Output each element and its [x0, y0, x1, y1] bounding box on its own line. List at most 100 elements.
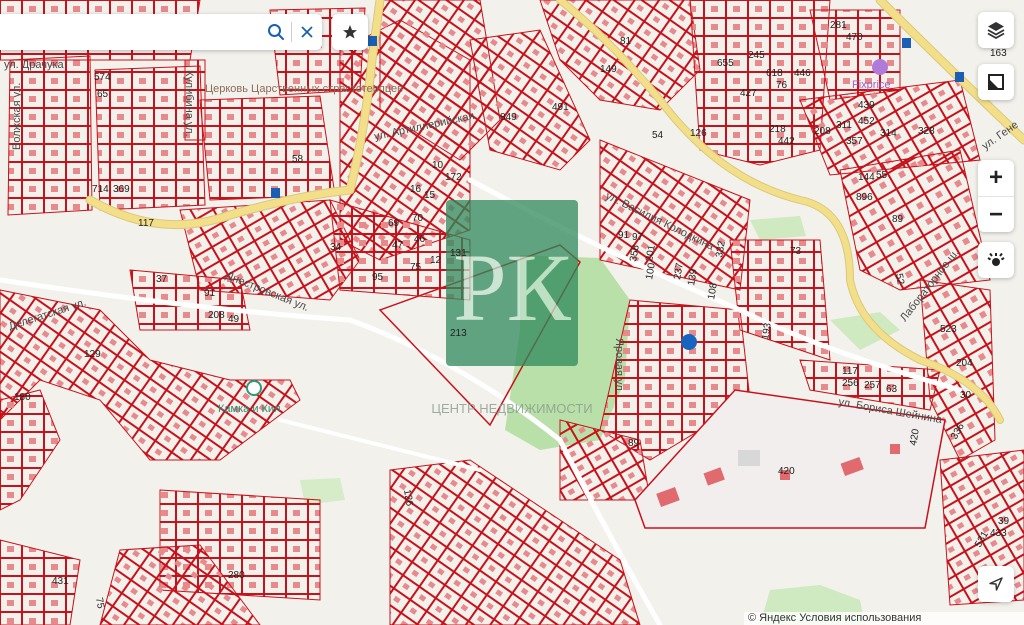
plot-number: 849 — [500, 112, 517, 123]
plot-number: 91 — [204, 288, 216, 299]
bus-stop-icon[interactable] — [271, 188, 280, 198]
star-icon — [343, 25, 357, 39]
plot-number: 117 — [138, 218, 154, 229]
plot-number: 218 — [769, 124, 786, 135]
plot-number: 470 — [846, 32, 863, 43]
plot-number: 81 — [620, 36, 632, 47]
plot-number: 574 — [94, 72, 111, 83]
plot-number: 491 — [552, 102, 569, 113]
poi-church[interactable]: Церковь Царственных страстотерпцев — [205, 83, 403, 95]
street-kulibina: Кулибина ул. — [183, 70, 195, 137]
plot-number: 55 — [876, 170, 888, 181]
plot-number: 163 — [990, 48, 1007, 59]
watermark-logo: РК — [446, 200, 578, 366]
plot-number: 256 — [842, 378, 859, 389]
plot-number: 117 — [842, 366, 858, 377]
plot-number: 245 — [748, 50, 765, 61]
close-icon — [301, 26, 313, 38]
street-drachuka: ул. Драчука — [4, 59, 65, 71]
plot-number: 89 — [628, 438, 640, 449]
plot-number: 281 — [830, 20, 847, 31]
copyright-notice[interactable]: © Яндекс Условия использования — [744, 612, 1024, 625]
plot-number: 452 — [858, 116, 875, 127]
plot-number: 149 — [600, 64, 617, 75]
plot-number: 523 — [940, 324, 957, 335]
plot-number: 328 — [918, 126, 935, 137]
plot-number: 46 — [414, 234, 426, 245]
street-volzhskaya: Волжская ул. — [11, 83, 23, 150]
traffic-icon — [987, 252, 1005, 266]
ruler-icon — [988, 74, 1004, 90]
plot-number: 144 — [858, 172, 875, 183]
plot-number: 131 — [450, 248, 467, 259]
plot-number: 311 — [836, 120, 852, 131]
plot-number: 58 — [292, 154, 304, 165]
zoom-out-button[interactable]: − — [978, 196, 1014, 233]
plot-number: 714 — [92, 184, 109, 195]
poi-kamchatka-label: Камка и Кил — [218, 403, 281, 415]
plot-number: 69 — [388, 218, 400, 229]
plot-number: 314 — [880, 128, 897, 139]
bookmarks-button[interactable] — [332, 14, 368, 50]
bus-stop-icon[interactable] — [368, 36, 377, 46]
plot-number: 39 — [998, 516, 1010, 527]
street-yarovaya: Яровая ул. — [613, 338, 625, 394]
plot-number: 208 — [208, 310, 225, 321]
layers-button[interactable] — [978, 12, 1014, 48]
poi-store-label: Fixprice — [852, 79, 891, 91]
plot-number: 655 — [717, 58, 734, 69]
search-input[interactable] — [0, 15, 261, 49]
plot-number: 97 — [632, 232, 644, 243]
plot-number: 76 — [776, 80, 788, 91]
plot-number: 208 — [814, 126, 831, 137]
plot-number: 126 — [690, 128, 707, 139]
bus-stop-icon[interactable] — [902, 38, 911, 48]
building — [890, 444, 900, 454]
plot-number: 89 — [892, 214, 904, 225]
traffic-button[interactable] — [978, 242, 1014, 278]
zoom-controls: + − — [978, 160, 1014, 232]
geolocation-button[interactable] — [978, 566, 1014, 602]
plot-number: 73 — [790, 246, 802, 257]
search-button[interactable] — [261, 15, 291, 49]
plot-number: 129 — [84, 349, 101, 360]
cafe-icon — [246, 380, 262, 396]
plot-number: 427 — [740, 88, 757, 99]
plot-number: 369 — [113, 184, 130, 195]
plot-number: 34 — [330, 242, 342, 253]
plot-number: 47 — [392, 240, 404, 251]
plot-number: 618 — [766, 68, 783, 79]
plot-number: 280 — [228, 570, 245, 581]
plot-number: 65 — [97, 89, 109, 100]
plot-number: 442 — [778, 136, 795, 147]
bus-stop-icon[interactable] — [955, 72, 964, 82]
plot-number: 91 — [618, 230, 630, 241]
plot-number: 16 — [410, 184, 422, 195]
plot-number: 54 — [652, 130, 664, 141]
park-area — [750, 216, 806, 240]
navigation-arrow-icon — [989, 577, 1003, 591]
plot-number: 446 — [794, 68, 811, 79]
layers-icon — [987, 22, 1005, 40]
plot-number: 431 — [52, 576, 69, 587]
location-pin-icon[interactable] — [681, 334, 697, 350]
plot-number: 95 — [372, 272, 384, 283]
plot-number: 257 — [864, 380, 881, 391]
plot-number: 30 — [960, 390, 972, 401]
shop-icon — [872, 59, 888, 75]
map-canvas[interactable]: РК ЦЕНТР НЕДВИЖИМОСТИ ул. Драчука Волжск… — [0, 0, 1024, 625]
ruler-button[interactable] — [978, 64, 1014, 100]
plot-number: 75 — [410, 262, 422, 273]
plot-number: 70 — [412, 213, 424, 224]
building — [738, 450, 760, 466]
plot-number: 213 — [450, 328, 467, 339]
clear-search-button[interactable] — [292, 15, 322, 49]
plot-number: 15 — [424, 190, 436, 201]
plot-number: 896 — [856, 192, 873, 203]
watermark-caption: ЦЕНТР НЕДВИЖИМОСТИ — [431, 401, 592, 416]
plot-number: 420 — [778, 466, 795, 477]
zoom-in-button[interactable]: + — [978, 160, 1014, 196]
search-icon — [268, 24, 284, 40]
plot-number: 204 — [956, 358, 973, 369]
plot-number: 49 — [228, 314, 240, 325]
